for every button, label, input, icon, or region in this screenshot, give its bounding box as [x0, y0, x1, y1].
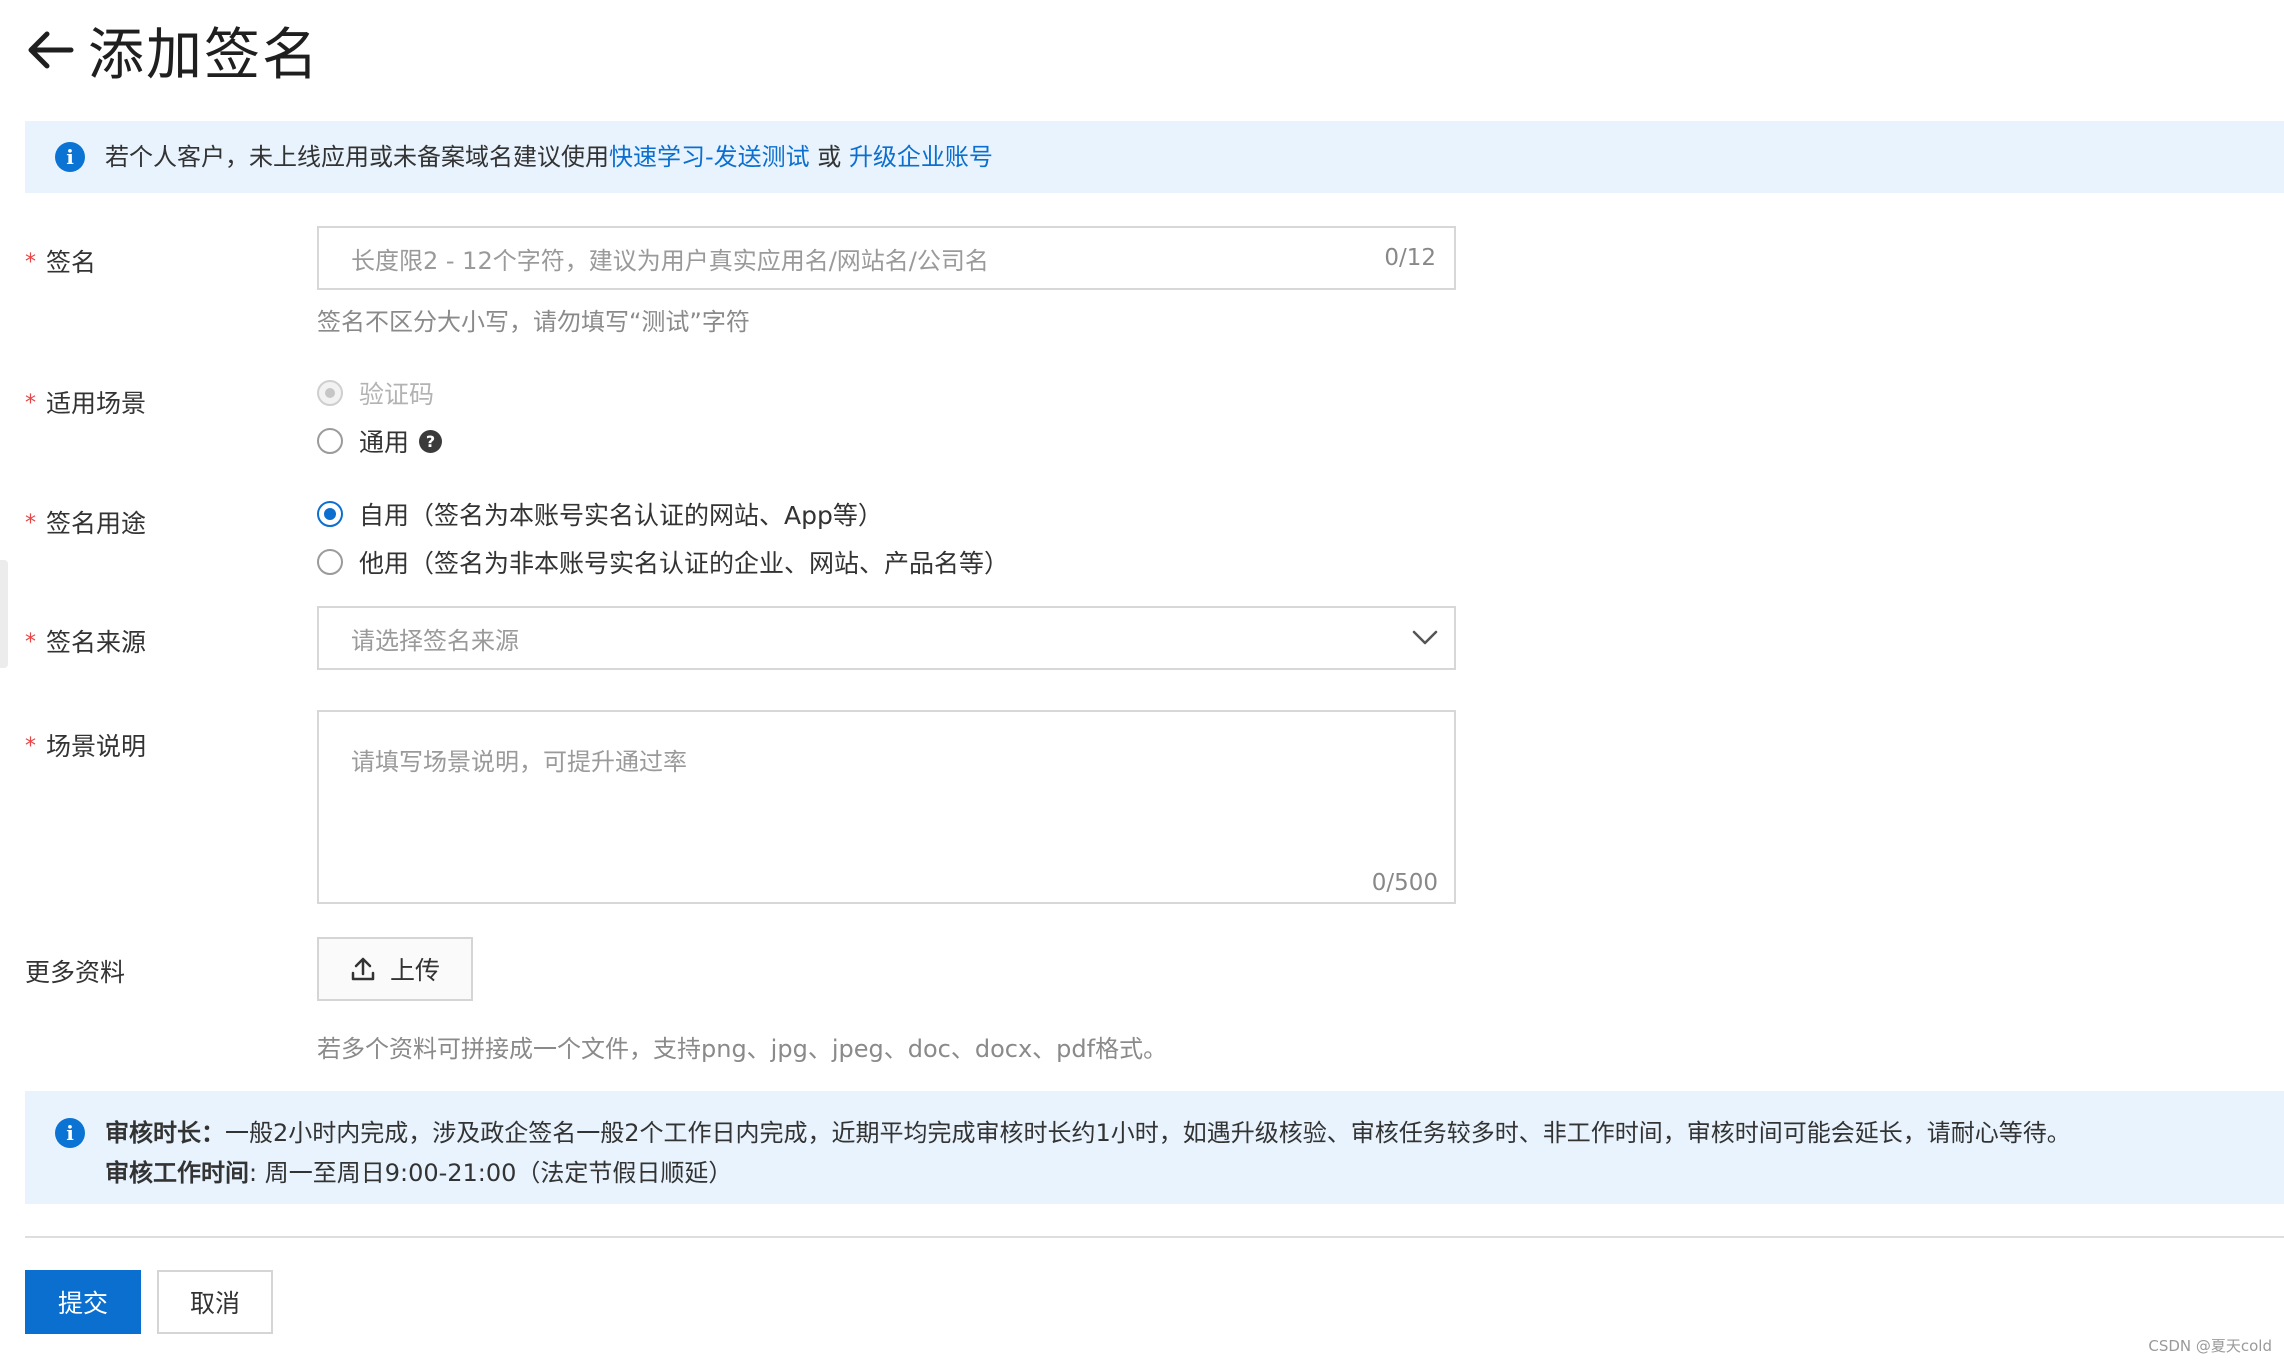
watermark: CSDN @夏天cold	[2148, 1337, 2272, 1355]
signature-input[interactable]: 长度限2 - 12个字符，建议为用户真实应用名/网站名/公司名 0/12	[317, 226, 1456, 290]
description-counter: 0/500	[1371, 870, 1438, 896]
attachments-label: 更多资料	[25, 958, 126, 987]
page-title: 添加签名	[88, 22, 320, 88]
description-placeholder: 请填写场景说明，可提升通过率	[351, 748, 687, 776]
source-placeholder: 请选择签名来源	[351, 626, 519, 655]
attachments-helper: 若多个资料可拼接成一个文件，支持png、jpg、jpeg、doc、docx、pd…	[317, 1035, 1168, 1063]
question-circle-icon[interactable]: ?	[419, 429, 443, 453]
purpose-option-others[interactable]: 他用（签名为非本账号实名认证的企业、网站、产品名等）	[317, 544, 1009, 580]
description-textarea[interactable]: 请填写场景说明，可提升通过率 0/500	[317, 710, 1456, 904]
page-header: 添加签名	[24, 18, 320, 88]
radio-unchecked[interactable]	[317, 549, 343, 575]
signature-counter: 0/12	[1384, 245, 1436, 271]
signature-placeholder: 长度限2 - 12个字符，建议为用户真实应用名/网站名/公司名	[351, 246, 989, 275]
add-signature-page: 添加签名 i 若个人客户，未上线应用或未备案域名建议使用快速学习-发送测试 或 …	[0, 0, 2284, 1362]
back-button[interactable]	[24, 24, 76, 76]
info-icon: i	[55, 142, 85, 172]
info-icon: i	[55, 1118, 85, 1148]
scenario-option-general[interactable]: 通用 ?	[317, 423, 443, 459]
review-notice-text: 审核时长：一般2小时内完成，涉及政企签名一般2个工作日内完成，近期平均完成审核时…	[105, 1119, 2071, 1187]
chevron-down-icon	[1410, 623, 1440, 653]
divider	[25, 1236, 2284, 1238]
upgrade-enterprise-link[interactable]: 升级企业账号	[849, 143, 993, 171]
description-label: * 场景说明	[25, 732, 147, 761]
signature-label: * 签名	[25, 248, 97, 277]
cancel-button[interactable]: 取消	[157, 1270, 273, 1334]
arrow-left-icon	[28, 31, 74, 69]
top-notice-text: 若个人客户，未上线应用或未备案域名建议使用快速学习-发送测试 或 升级企业账号	[105, 143, 993, 171]
source-select[interactable]: 请选择签名来源	[317, 606, 1456, 670]
side-drawer-handle[interactable]	[0, 560, 8, 668]
scenario-label: * 适用场景	[25, 389, 147, 418]
required-mark: *	[25, 734, 36, 759]
top-notice-banner: i 若个人客户，未上线应用或未备案域名建议使用快速学习-发送测试 或 升级企业账…	[25, 121, 2284, 193]
signature-helper: 签名不区分大小写，请勿填写“测试”字符	[317, 308, 750, 336]
source-label: * 签名来源	[25, 628, 147, 657]
upload-icon	[351, 957, 375, 981]
purpose-option-self[interactable]: 自用（签名为本账号实名认证的网站、App等）	[317, 496, 883, 532]
radio-disabled[interactable]	[317, 380, 343, 406]
submit-button[interactable]: 提交	[25, 1270, 141, 1334]
scenario-option-verification[interactable]: 验证码	[317, 375, 434, 411]
required-mark: *	[25, 511, 36, 536]
purpose-label: * 签名用途	[25, 509, 147, 538]
review-notice-banner: i 审核时长：一般2小时内完成，涉及政企签名一般2个工作日内完成，近期平均完成审…	[25, 1091, 2284, 1204]
radio-checked[interactable]	[317, 501, 343, 527]
required-mark: *	[25, 250, 36, 275]
required-mark: *	[25, 391, 36, 416]
required-mark: *	[25, 630, 36, 655]
quick-learn-link[interactable]: 快速学习-发送测试	[609, 143, 810, 171]
upload-button[interactable]: 上传	[317, 937, 473, 1001]
radio-unchecked[interactable]	[317, 428, 343, 454]
